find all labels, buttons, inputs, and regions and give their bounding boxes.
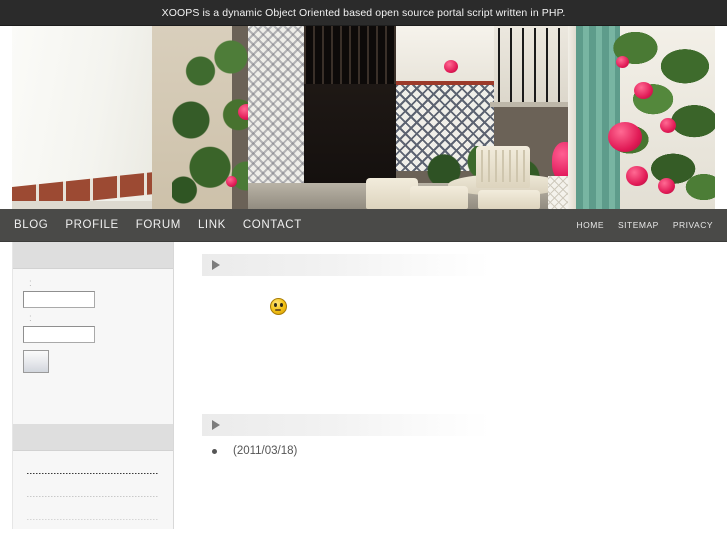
announcement-text: XOOPS is a dynamic Object Oriented based…: [161, 6, 566, 19]
photo-chair-4: [478, 190, 540, 209]
photo-wall-base: [12, 201, 164, 209]
nav-item-home[interactable]: HOME: [577, 220, 605, 230]
main-content: (2011/03/18): [174, 242, 727, 460]
dotted-separator-1: [27, 473, 159, 474]
dotted-separator-3: [27, 519, 159, 520]
login-submit-button[interactable]: [23, 350, 49, 373]
photo-geranium-6: [616, 56, 629, 68]
photo-window-sill: [490, 102, 576, 107]
header-banner-image: [0, 26, 727, 209]
secondary-nav: HOME SITEMAP PRIVACY: [577, 220, 714, 230]
article-block-header: [202, 254, 490, 276]
photo-window-bars: [498, 28, 568, 102]
nav-item-link[interactable]: LINK: [198, 219, 226, 231]
photo-geranium-5: [658, 178, 675, 194]
photo-lattice-wall: [248, 26, 308, 209]
article-block-body: [202, 276, 709, 386]
password-label: :: [29, 313, 32, 324]
photo-flower-left-3: [226, 176, 237, 187]
password-input[interactable]: [23, 326, 95, 343]
photo-window-grill: [304, 26, 396, 84]
links-block-header: [13, 424, 173, 451]
photo-geranium-1: [608, 122, 642, 152]
nav-item-forum[interactable]: FORUM: [136, 219, 181, 231]
username-label: :: [29, 278, 32, 289]
primary-nav: BLOG PROFILE FORUM LINK CONTACT: [14, 219, 302, 231]
login-block-body: : :: [13, 269, 173, 424]
triangle-right-icon: [212, 260, 220, 270]
smiley-face-icon: [270, 298, 287, 315]
photo-geranium-3: [660, 118, 676, 133]
sidebar: : :: [12, 242, 174, 529]
photo-chair-1: [476, 146, 530, 188]
triangle-right-icon: [212, 420, 220, 430]
photo-upper-wall: [396, 26, 494, 84]
photo-geranium-4: [626, 166, 648, 186]
login-block-header: [13, 242, 173, 269]
dotted-separator-2: [27, 496, 159, 497]
nav-item-contact[interactable]: CONTACT: [243, 219, 302, 231]
links-block-body: [13, 451, 173, 529]
news-item-date: (2011/03/18): [233, 445, 298, 457]
photo-chair-3: [410, 186, 468, 209]
news-list: (2011/03/18): [202, 442, 709, 460]
nav-item-blog[interactable]: BLOG: [14, 219, 48, 231]
page-body: : : (2011/03/18): [0, 242, 727, 546]
banner-photo: [12, 26, 715, 209]
photo-flower-middle: [444, 60, 458, 73]
photo-chair-slats: [481, 150, 525, 182]
nav-item-sitemap[interactable]: SITEMAP: [618, 220, 659, 230]
username-input[interactable]: [23, 291, 95, 308]
nav-item-privacy[interactable]: PRIVACY: [673, 220, 713, 230]
main-navigation: BLOG PROFILE FORUM LINK CONTACT HOME SIT…: [0, 209, 727, 242]
news-block-header: [202, 414, 490, 436]
list-item[interactable]: (2011/03/18): [212, 442, 709, 460]
nav-item-profile[interactable]: PROFILE: [65, 219, 118, 231]
bullet-icon: [212, 448, 217, 454]
photo-geranium-2: [634, 82, 653, 99]
announcement-bar: XOOPS is a dynamic Object Oriented based…: [0, 0, 727, 26]
